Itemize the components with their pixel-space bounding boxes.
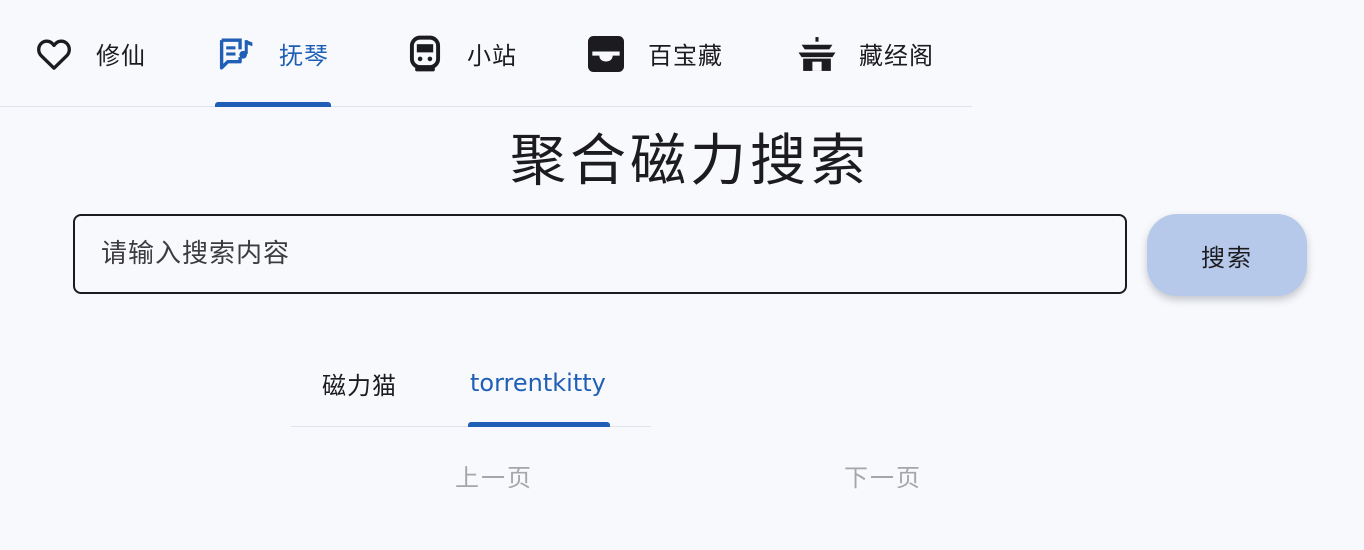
page-title: 聚合磁力搜索 (510, 129, 870, 194)
nav-tab-fuqin[interactable]: 抚琴 (215, 0, 331, 107)
search-button[interactable]: 搜索 (1147, 214, 1307, 296)
nav-tab-label: 百宝藏 (648, 42, 723, 70)
source-tab-label: torrentkitty (470, 369, 606, 397)
inbox-tray-icon (586, 34, 626, 74)
top-navigation: 修仙 抚琴 小站 百宝藏 藏经阁 (0, 0, 972, 107)
source-tabs: 磁力猫 torrentkitty (291, 340, 651, 427)
nav-tab-cangjingge[interactable]: 藏经阁 (797, 0, 934, 107)
search-input[interactable] (73, 214, 1127, 294)
nav-tab-label: 抚琴 (279, 42, 329, 70)
active-tab-indicator (468, 422, 610, 427)
heart-icon (34, 34, 74, 74)
next-page-button[interactable]: 下一页 (844, 458, 922, 493)
nav-tab-label: 小站 (467, 42, 517, 70)
nav-tab-label: 修仙 (96, 42, 146, 70)
active-tab-indicator (215, 102, 331, 107)
source-tab-torrentkitty[interactable]: torrentkitty (468, 340, 610, 427)
source-tab-label: 磁力猫 (322, 371, 397, 400)
nav-tab-xiuxian[interactable]: 修仙 (34, 0, 146, 107)
nav-tab-label: 藏经阁 (859, 42, 934, 70)
nav-tab-xiaozhan[interactable]: 小站 (405, 0, 517, 107)
train-icon (405, 34, 445, 74)
temple-icon (797, 34, 837, 74)
lyrics-note-icon (217, 34, 257, 74)
source-tab-cilimao[interactable]: 磁力猫 (322, 340, 397, 426)
previous-page-button[interactable]: 上一页 (455, 458, 533, 493)
magnet-search-page: 修仙 抚琴 小站 百宝藏 藏经阁 聚合磁力搜索 请输入搜索内容 搜索 磁力猫 t… (0, 0, 1364, 550)
nav-tab-baibaozang[interactable]: 百宝藏 (586, 0, 723, 107)
